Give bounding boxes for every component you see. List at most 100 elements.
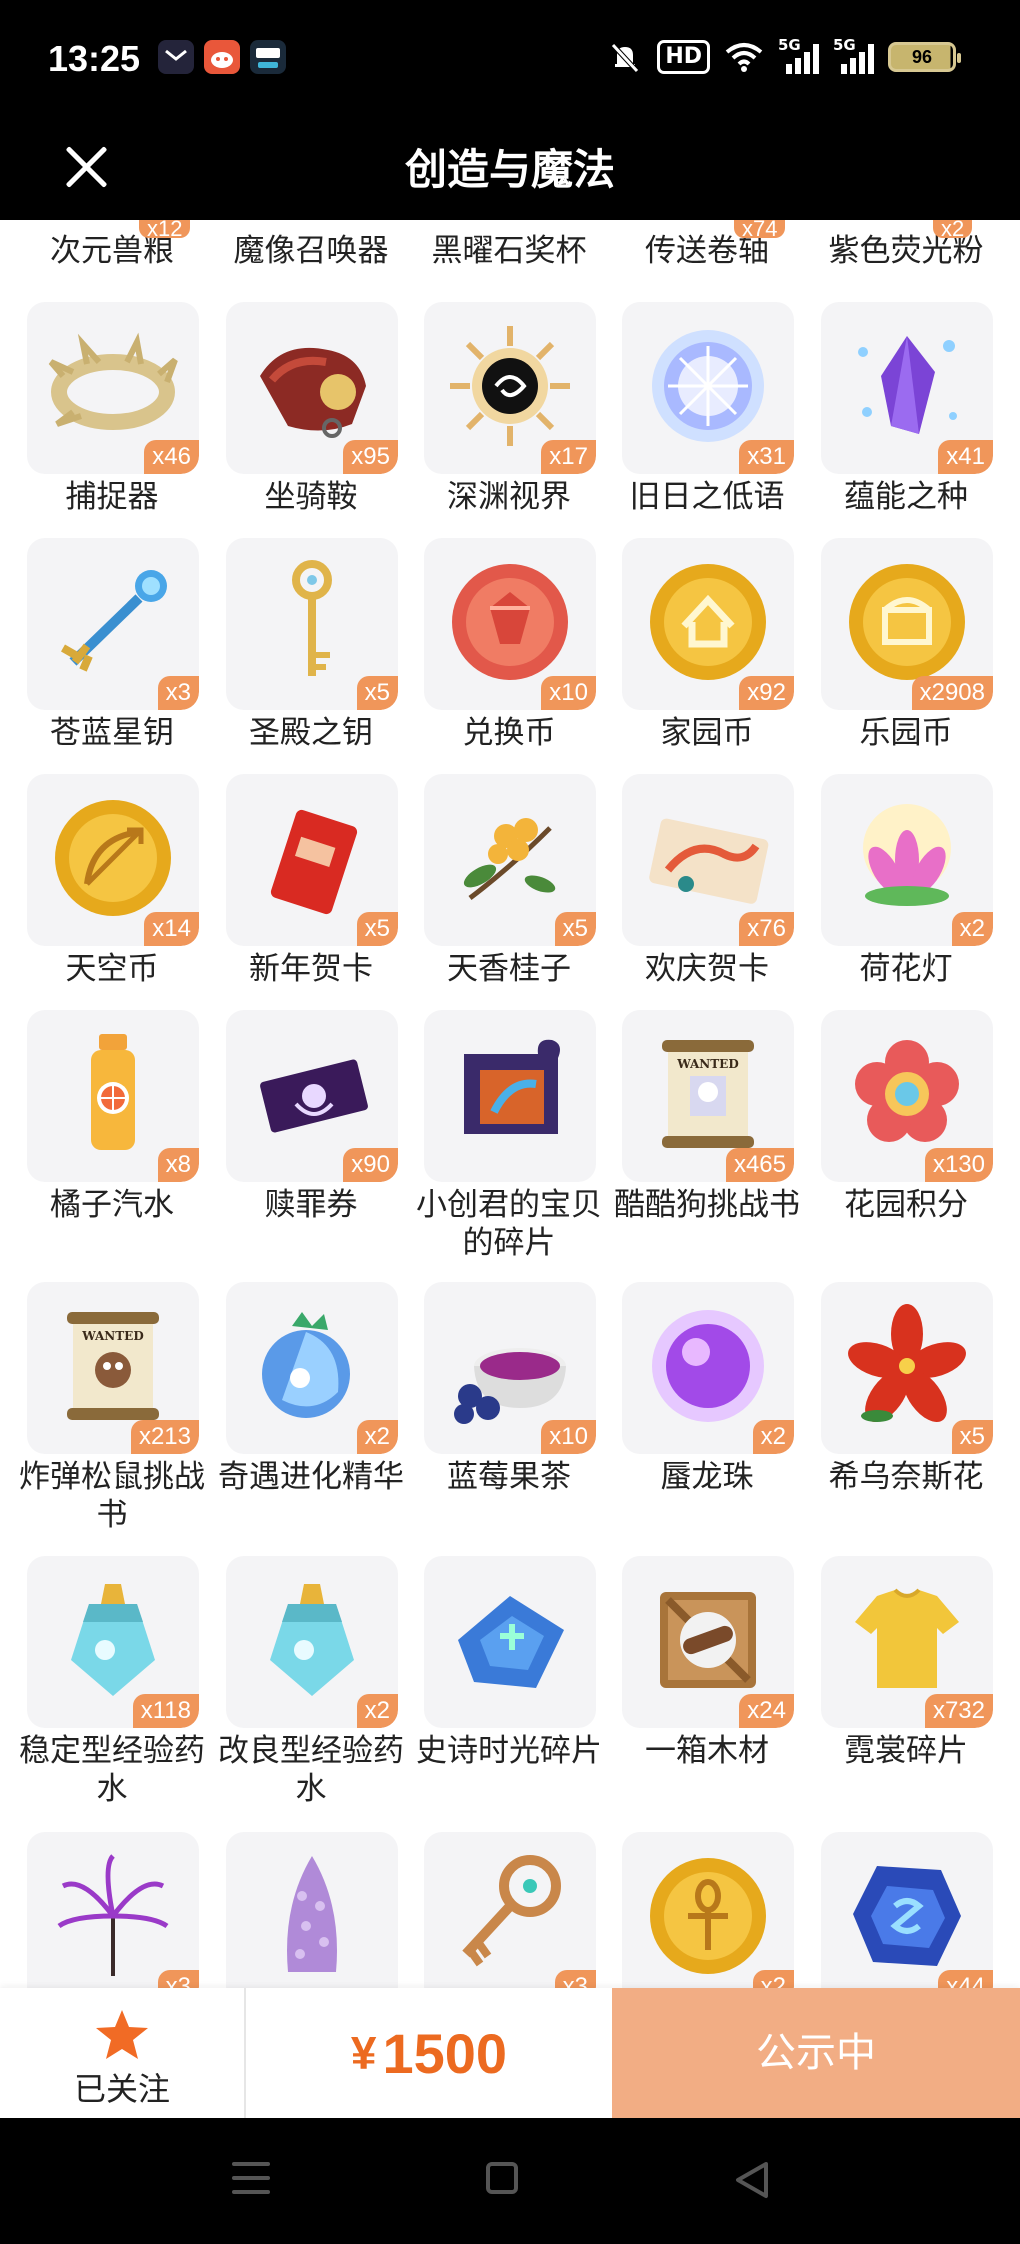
- item-count-badge: x5: [951, 1420, 993, 1454]
- item-tile[interactable]: x24: [622, 1556, 794, 1728]
- item-tile[interactable]: x44: [821, 1832, 993, 1988]
- blue-essence-icon: [262, 1312, 350, 1418]
- item-name: 家园币: [660, 715, 754, 751]
- item-tile[interactable]: x5: [226, 774, 398, 946]
- notification-apps: [158, 40, 286, 74]
- item-tile[interactable]: x5: [226, 538, 398, 710]
- header: 创造与魔法: [0, 120, 1020, 220]
- item-name: 捕捉器: [65, 479, 159, 515]
- purple-pearl-icon: [652, 1310, 764, 1422]
- item-tile[interactable]: x31: [622, 302, 794, 474]
- festival-card-icon: [649, 818, 769, 904]
- item-tile[interactable]: x732: [821, 1556, 993, 1728]
- item-tile[interactable]: x90: [226, 1010, 398, 1182]
- item-name: 兑换币: [462, 715, 556, 751]
- item-tile[interactable]: x5: [821, 1282, 993, 1454]
- item-count-badge: x31: [739, 440, 794, 474]
- item-name: 天空币: [65, 951, 159, 987]
- blue-gem-icon: [853, 1866, 961, 1966]
- item-name: 苍蓝星钥: [50, 715, 174, 751]
- home-icon[interactable]: [486, 2162, 518, 2194]
- battery-level: 96: [911, 46, 933, 67]
- item-name: 黑曜石奖杯: [431, 233, 587, 269]
- glowing-orb-icon: [652, 330, 764, 442]
- item-count-badge: x465: [725, 1148, 794, 1182]
- item-tile[interactable]: [424, 1010, 596, 1182]
- item-count-badge: x10: [541, 676, 596, 710]
- item-tile[interactable]: x17: [424, 302, 596, 474]
- item-name: 荷花灯: [859, 951, 953, 987]
- item-count-badge: x74: [734, 220, 786, 238]
- mute-bell-icon: [607, 40, 643, 74]
- item-tile[interactable]: x95: [226, 302, 398, 474]
- item-count-badge: x10: [541, 1420, 596, 1454]
- item-tile[interactable]: WANTED x213: [27, 1282, 199, 1454]
- svg-text:WANTED: WANTED: [81, 1329, 143, 1343]
- close-icon[interactable]: [56, 138, 116, 198]
- item-count-badge: x90: [343, 1148, 398, 1182]
- svg-text:WANTED: WANTED: [676, 1057, 738, 1071]
- item-count-badge: x2: [752, 1420, 794, 1454]
- item-tile[interactable]: x3: [27, 1832, 199, 1988]
- item-count-badge: x732: [924, 1694, 993, 1728]
- item-count-badge: x76: [739, 912, 794, 946]
- item-count-badge: x8: [157, 1148, 199, 1182]
- item-tile[interactable]: x41: [821, 302, 993, 474]
- epic-shard-icon: [458, 1596, 564, 1688]
- bronze-key-icon: [462, 1855, 561, 1967]
- follow-button[interactable]: 已关注: [0, 1988, 244, 2118]
- item-name: 坐骑鞍: [264, 479, 358, 515]
- menu-icon[interactable]: [232, 2162, 270, 2196]
- status-bar: 13:25 HD 5G 5G 96: [0, 0, 1020, 120]
- item-tile[interactable]: x3: [424, 1832, 596, 1988]
- back-icon[interactable]: [730, 2158, 774, 2202]
- item-name: 蜃龙珠: [660, 1459, 754, 1495]
- item-name: 稳定型经验药水: [19, 1733, 205, 1807]
- price: ¥ 1500: [246, 1988, 612, 2118]
- status-icons: HD 5G 5G 96: [607, 36, 961, 74]
- item-tile[interactable]: [424, 1556, 596, 1728]
- item-tile[interactable]: x130: [821, 1010, 993, 1182]
- hd-icon: HD: [657, 40, 710, 74]
- item-tile[interactable]: x2908: [821, 538, 993, 710]
- home-coin-icon: [650, 564, 766, 680]
- item-name: 旧日之低语: [629, 479, 785, 515]
- item-tile[interactable]: x46: [27, 302, 199, 474]
- ankh-coin-icon: [650, 1858, 766, 1974]
- status-button[interactable]: 公示中: [612, 1988, 1020, 2118]
- bottom-action-bar: 已关注 ¥ 1500 公示中: [0, 1988, 1020, 2118]
- wanted-scroll-icon: WANTED: [662, 1040, 754, 1148]
- gold-shirt-icon: [855, 1588, 959, 1688]
- item-count-badge: x24: [739, 1694, 794, 1728]
- item-count-badge: x3: [157, 676, 199, 710]
- item-tile[interactable]: x10: [424, 1282, 596, 1454]
- item-name: 蓝莓果茶: [447, 1459, 571, 1495]
- item-tile[interactable]: WANTED x465: [622, 1010, 794, 1182]
- item-tile[interactable]: x14: [27, 774, 199, 946]
- item-count-badge: x95: [343, 440, 398, 474]
- item-tile[interactable]: x2: [226, 1556, 398, 1728]
- item-tile[interactable]: x2: [622, 1282, 794, 1454]
- item-tile[interactable]: x8: [27, 1010, 199, 1182]
- item-tile[interactable]: x118: [27, 1556, 199, 1728]
- paradise-coin-icon: [849, 564, 965, 680]
- item-name: 乐园币: [859, 715, 953, 751]
- item-tile[interactable]: x2: [226, 1282, 398, 1454]
- item-tile[interactable]: x76: [622, 774, 794, 946]
- item-tile[interactable]: x10: [424, 538, 596, 710]
- item-count-badge: x2: [752, 1970, 794, 1988]
- osmanthus-icon: [463, 818, 556, 900]
- item-count-badge: x2: [933, 220, 973, 238]
- signal-icon: 5G: [778, 36, 819, 74]
- item-tile[interactable]: x2: [821, 774, 993, 946]
- item-tile[interactable]: x3: [27, 538, 199, 710]
- item-tile[interactable]: [226, 1832, 398, 1988]
- exp-potion-icon: [71, 1584, 155, 1696]
- page-title: 创造与魔法: [404, 145, 615, 194]
- item-tile[interactable]: x5: [424, 774, 596, 946]
- wifi-icon: [724, 40, 764, 74]
- item-tile[interactable]: x2: [622, 1832, 794, 1988]
- red-flower-icon: [848, 1304, 966, 1423]
- price-currency: ¥: [350, 2027, 377, 2079]
- item-tile[interactable]: x92: [622, 538, 794, 710]
